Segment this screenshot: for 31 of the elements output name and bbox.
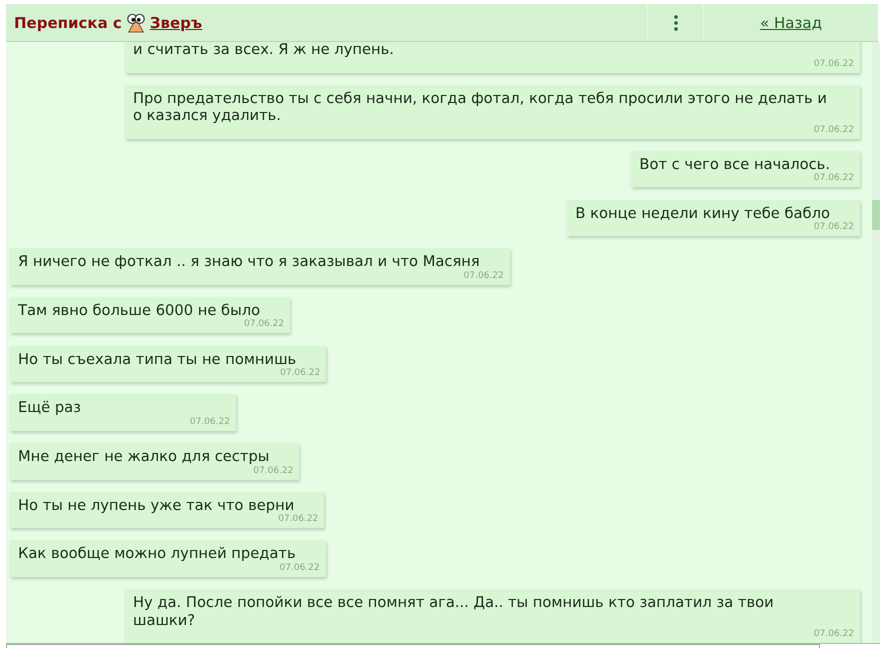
message-text: Про предательство ты с себя начни, когда фотал, когда тебя просили этого не делать и о казался удалить. — [133, 90, 828, 125]
message-text: Как вообще можно лупней предать — [18, 545, 296, 563]
contact-link[interactable]: Зверъ — [150, 14, 202, 32]
message-date: 07.06.22 — [280, 562, 320, 574]
scrollbar[interactable] — [872, 42, 880, 643]
message-date: 07.06.22 — [280, 368, 320, 380]
message-date: 07.06.22 — [244, 319, 284, 330]
chat-title: Переписка с — [14, 14, 122, 32]
message-text: и считать за всех. Я ж не лупень. — [133, 42, 395, 58]
message-date: 07.06.22 — [814, 173, 854, 184]
scrollbar-thumb[interactable] — [872, 200, 880, 230]
message-text: Там явно больше 6000 не было — [18, 302, 260, 319]
message-text: Но ты не лупень уже так что верни — [18, 496, 294, 514]
more-icon — [674, 14, 678, 30]
message-date: 07.06.22 — [814, 124, 854, 136]
back-link[interactable]: « Назад — [760, 14, 822, 32]
cartoon-avatar-icon — [126, 12, 146, 32]
message-date: 07.06.22 — [814, 58, 854, 70]
message-text: Мне денег не жалко для сестры — [18, 448, 270, 466]
message-date: 07.06.22 — [278, 514, 318, 526]
message-date: 07.06.22 — [190, 416, 230, 428]
message-date: 07.06.22 — [464, 270, 504, 282]
message-text: Я ничего не фоткал .. я знаю что я заказывал и что Масяня — [18, 253, 480, 271]
message-text: Но ты съехала типа ты не помнишь — [18, 350, 296, 368]
message-date: 07.06.22 — [814, 222, 854, 234]
message-text: Ну да. После попойки все все помнят ага... Да.. ты помнишь кто заплатил за твои шашки? — [133, 594, 775, 630]
message-text: Ещё раз — [18, 399, 82, 417]
message-date: 07.06.22 — [814, 629, 854, 640]
message-text: В конце недели кину тебе бабло — [575, 204, 830, 222]
message-date: 07.06.22 — [253, 466, 294, 476]
message-text: Вот с чего все началось. — [639, 156, 830, 173]
